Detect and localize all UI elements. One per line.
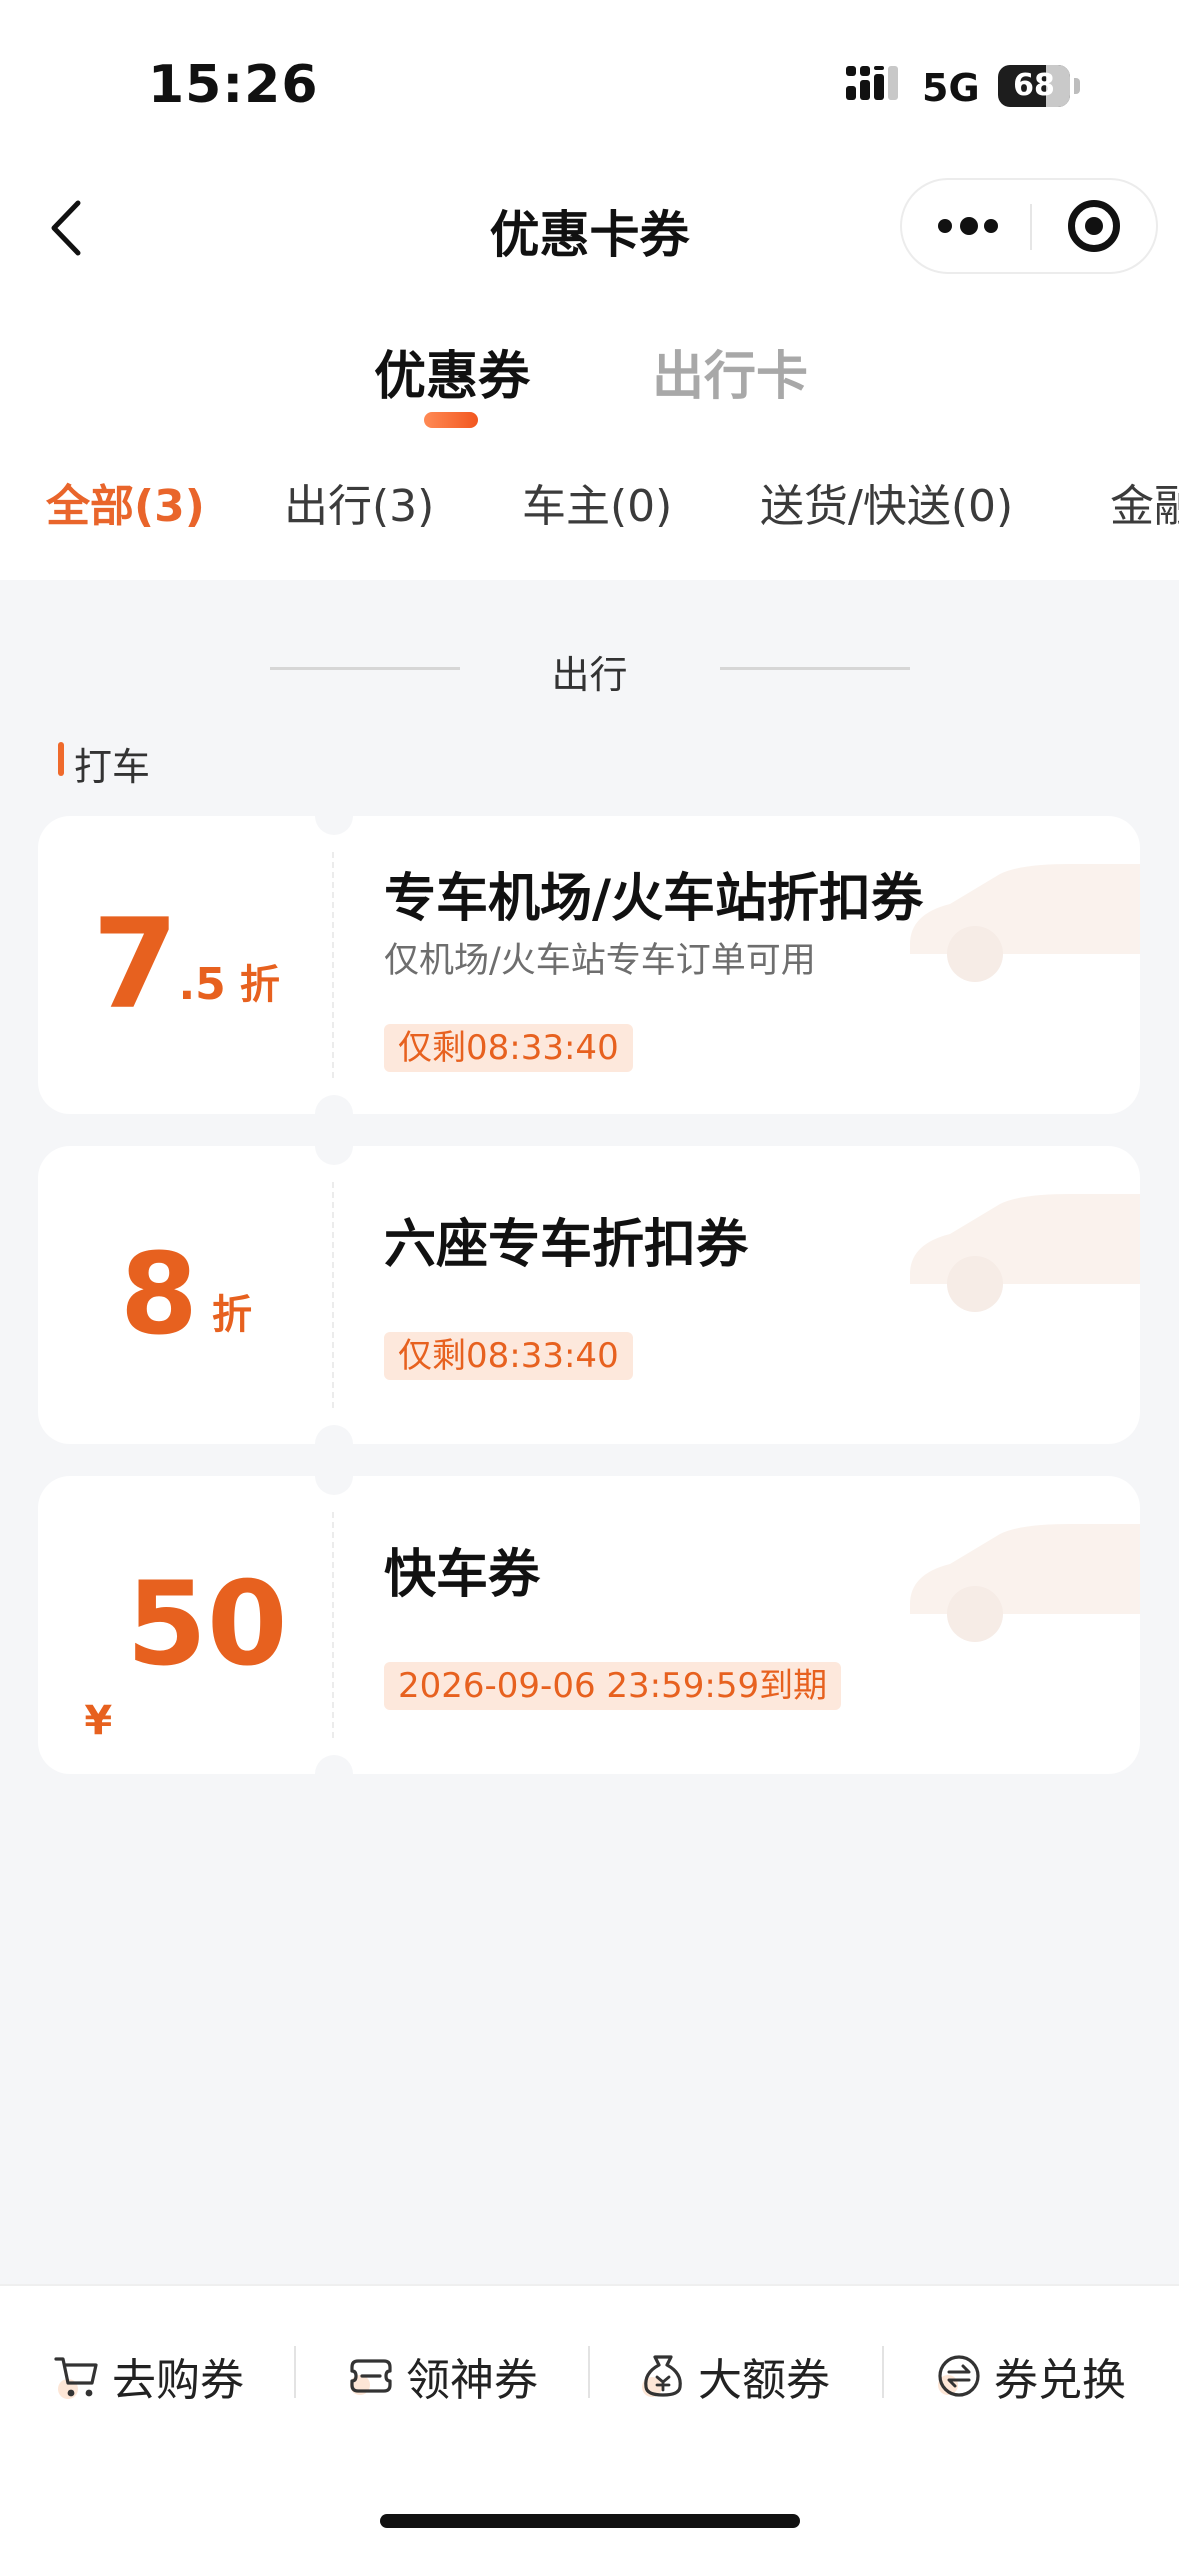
- coupon-card[interactable]: ¥ 50 快车券 2026-09-06 23:59:59到期: [38, 1476, 1140, 1774]
- home-indicator: [380, 2514, 800, 2528]
- tab-travel-card[interactable]: 出行卡: [652, 334, 808, 409]
- coupon-title: 快车券: [384, 1545, 541, 1605]
- category-tab-travel[interactable]: 出行(3): [284, 470, 434, 534]
- category-tab-delivery[interactable]: 送货/快送(0): [760, 470, 1013, 534]
- category-tabs: 全部(3) 出行(3) 车主(0) 送货/快送(0) 金融: [0, 470, 1179, 540]
- exchange-icon: [938, 2355, 980, 2397]
- mini-program-capsule: [900, 178, 1158, 274]
- coupon-value-main: 8: [120, 1230, 198, 1360]
- battery-level: 68: [1013, 68, 1055, 103]
- coupon-expiry-badge: 仅剩08:33:40: [384, 1024, 633, 1072]
- coupon-value-main: 7: [92, 893, 179, 1037]
- coupon-value-decimal: .5: [178, 959, 226, 1010]
- coupon-card[interactable]: 8 折 六座专车折扣券 仅剩08:33:40: [38, 1146, 1140, 1444]
- cart-icon: [54, 2357, 98, 2399]
- signal-icon: [846, 66, 898, 100]
- car-watermark-icon: [910, 1524, 1140, 1642]
- network-label: 5G: [922, 66, 980, 110]
- bottom-separator: [294, 2346, 296, 2398]
- tab-coupons[interactable]: 优惠券: [374, 334, 530, 409]
- status-time: 15:26: [148, 55, 319, 115]
- bottom-separator: [882, 2346, 884, 2398]
- section-title: 出行: [551, 653, 628, 697]
- tab-indicator: [424, 412, 478, 428]
- coupon-card[interactable]: 7 .5 折 专车机场/火车站折扣券 仅机场/火车站专车订单可用 仅剩08:33…: [38, 816, 1140, 1114]
- coupon-title: 专车机场/火车站折扣券: [384, 869, 923, 929]
- coupon-value-main: 50: [126, 1557, 288, 1692]
- bottom-item-label: 大额券: [698, 2355, 830, 2406]
- bottom-separator: [588, 2346, 590, 2398]
- coupon-expiry-badge: 仅剩08:33:40: [384, 1332, 633, 1380]
- group-title: 打车: [74, 745, 151, 789]
- dot: [938, 219, 952, 233]
- bottom-item-label: 去购券: [112, 2355, 244, 2406]
- bottom-item-label: 领神券: [406, 2355, 538, 2406]
- get-coupon-button[interactable]: 领神券: [346, 2346, 538, 2406]
- category-tab-all[interactable]: 全部(3): [46, 470, 205, 534]
- bottom-item-label: 券兑换: [994, 2355, 1126, 2406]
- dot: [960, 217, 978, 235]
- dot: [984, 219, 998, 233]
- section-divider-right: [720, 667, 910, 670]
- coupon-expiry-badge: 2026-09-06 23:59:59到期: [384, 1662, 842, 1710]
- coupon-value: ¥ 50: [38, 1476, 334, 1774]
- coupon-value: 7 .5 折: [38, 816, 334, 1114]
- target-close-icon[interactable]: [1032, 180, 1158, 272]
- exchange-coupon-button[interactable]: 券兑换: [934, 2346, 1126, 2406]
- money-bag-icon: [642, 2355, 682, 2397]
- battery-icon: 68: [998, 65, 1070, 107]
- group-marker: [58, 742, 64, 776]
- buy-coupon-button[interactable]: 去购券: [52, 2346, 244, 2406]
- coupon-value: 8 折: [38, 1146, 334, 1444]
- category-tab-car-owner[interactable]: 车主(0): [522, 470, 672, 534]
- coupon-title: 六座专车折扣券: [384, 1215, 749, 1275]
- coupon-unit: 折: [239, 962, 280, 1008]
- more-dots-icon[interactable]: [902, 180, 1030, 272]
- car-watermark-icon: [910, 1194, 1140, 1312]
- ticket-icon: [350, 2359, 392, 2395]
- category-tab-finance[interactable]: 金融: [1110, 470, 1179, 534]
- ring: [1068, 200, 1120, 252]
- coupon-unit: 折: [211, 1292, 252, 1338]
- battery-tip: [1074, 78, 1080, 94]
- coupon-description: 仅机场/火车站专车订单可用: [384, 941, 816, 981]
- big-coupon-button[interactable]: 大额券: [638, 2346, 830, 2406]
- car-watermark-icon: [910, 864, 1140, 982]
- coupon-currency: ¥: [84, 1698, 113, 1744]
